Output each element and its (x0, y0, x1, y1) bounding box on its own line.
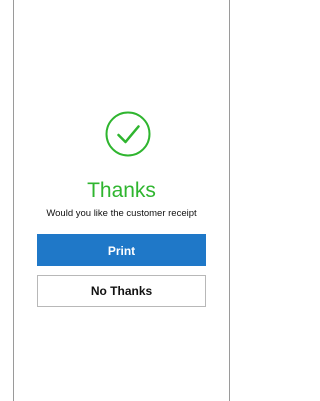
receipt-question: Would you like the customer receipt (46, 208, 197, 219)
thanks-title: Thanks (87, 179, 156, 202)
no-thanks-button[interactable]: No Thanks (37, 275, 206, 307)
receipt-screen: Thanks Would you like the customer recei… (13, 0, 230, 401)
print-button[interactable]: Print (37, 234, 206, 266)
check-circle-icon (105, 111, 151, 157)
